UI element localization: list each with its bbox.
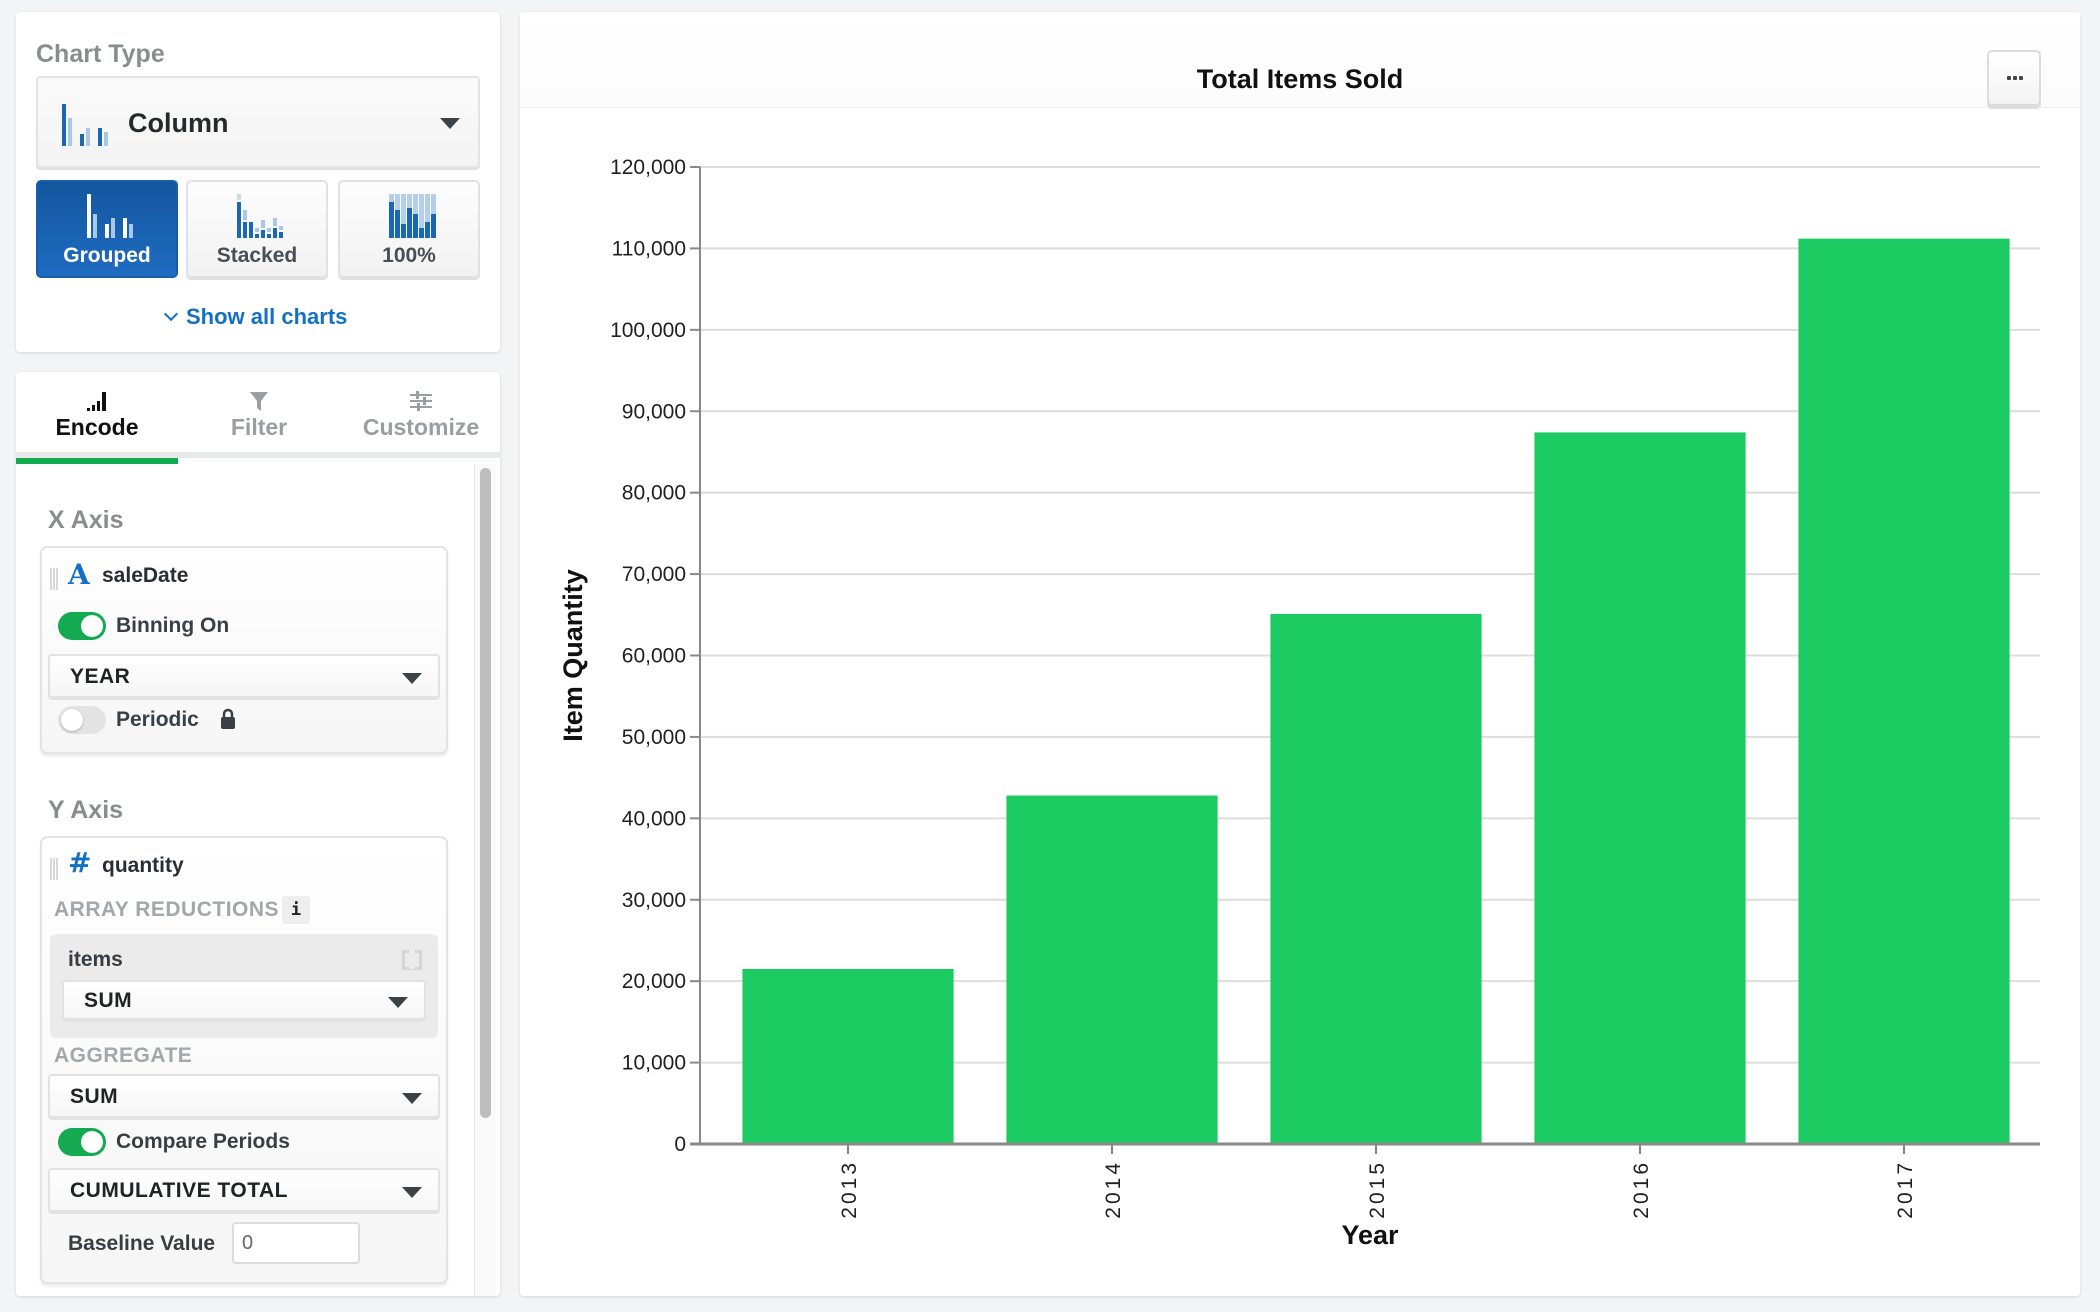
bar-2013[interactable] <box>742 968 954 1144</box>
array-reductions-label: ARRAY REDUCTIONS <box>54 898 280 921</box>
compare-periods-label: Compare Periods <box>116 1130 290 1153</box>
x-axis-field-card: A saleDate Binning On YEAR Periodic <box>40 546 448 754</box>
variant-100-percent-button[interactable]: 100% <box>338 180 480 278</box>
y-axis-heading: Y Axis <box>48 796 124 824</box>
array-reduction-row: items SUM <box>50 934 438 1038</box>
baseline-value-input[interactable] <box>232 1222 360 1264</box>
x-tick-label: 2016 <box>1630 1160 1653 1219</box>
array-reduction-dropdown[interactable]: SUM <box>62 980 426 1020</box>
tab-encode[interactable]: Encode <box>16 372 178 464</box>
info-icon[interactable]: i <box>282 896 310 924</box>
percent-column-icon <box>389 194 436 238</box>
compare-periods-toggle[interactable] <box>58 1128 106 1156</box>
binning-label: Binning On <box>116 614 230 637</box>
y-tick-label: 100,000 <box>610 319 686 342</box>
x-tick-label: 2015 <box>1366 1160 1389 1219</box>
encoding-tabs: Encode Filter Customize <box>16 372 500 464</box>
y-tick-label: 90,000 <box>622 400 686 423</box>
variant-grouped-button[interactable]: Grouped <box>36 180 178 278</box>
variant-stacked-button[interactable]: Stacked <box>186 180 328 278</box>
periodic-toggle[interactable] <box>58 706 106 734</box>
x-tick-label: 2014 <box>1102 1160 1125 1219</box>
aggregate-dropdown[interactable]: SUM <box>48 1074 440 1118</box>
bin-size-value: YEAR <box>70 665 131 688</box>
x-field-name: saleDate <box>102 564 189 587</box>
chart-type-panel: Chart Type Column Grouped Stacked 100% S… <box>16 12 500 352</box>
variant-grouped-label: Grouped <box>63 244 151 267</box>
drag-handle-icon[interactable] <box>50 858 58 880</box>
number-type-icon: # <box>68 846 92 879</box>
encoding-scrollbar[interactable] <box>474 464 496 1296</box>
y-tick-label: 10,000 <box>622 1052 686 1075</box>
y-tick-label: 120,000 <box>610 156 686 179</box>
x-tick-label: 2013 <box>838 1160 861 1219</box>
y-tick-label: 40,000 <box>622 807 686 830</box>
stacked-column-icon <box>237 194 283 238</box>
tab-filter-label: Filter <box>230 414 288 440</box>
x-axis-heading: X Axis <box>48 506 124 534</box>
y-tick-label: 0 <box>674 1133 686 1156</box>
filter-funnel-icon <box>250 392 268 411</box>
chart-type-dropdown[interactable]: Column <box>36 76 480 168</box>
bar-2015[interactable] <box>1270 613 1482 1144</box>
chevron-down-icon <box>402 1093 422 1104</box>
bar-2017[interactable] <box>1798 238 2010 1144</box>
encoding-panel: Encode Filter Customize X Axis A saleDat… <box>16 372 500 1296</box>
variant-100-label: 100% <box>382 244 436 267</box>
baseline-value-label: Baseline Value <box>68 1232 216 1255</box>
reduction-field-name: items <box>68 948 123 971</box>
encode-bars-icon <box>87 392 106 411</box>
bin-size-dropdown[interactable]: YEAR <box>48 654 440 698</box>
y-tick-label: 60,000 <box>622 645 686 668</box>
tab-filter[interactable]: Filter <box>178 372 340 458</box>
show-all-charts-label: Show all charts <box>186 304 348 329</box>
chevron-down-icon <box>388 997 408 1008</box>
lock-icon <box>221 708 235 729</box>
bar-2016[interactable] <box>1534 432 1746 1144</box>
y-tick-label: 110,000 <box>612 237 686 260</box>
y-axis-field-card: # quantity ARRAY REDUCTIONS i items SUM … <box>40 836 448 1284</box>
string-type-icon: A <box>68 558 90 591</box>
periodic-label: Periodic <box>116 708 199 731</box>
scrollbar-thumb[interactable] <box>480 468 491 1118</box>
chevron-down-icon <box>402 1187 422 1198</box>
x-axis-title: Year <box>1341 1220 1399 1250</box>
column-chart-icon <box>62 104 108 146</box>
tab-customize-label: Customize <box>362 414 480 440</box>
array-reduction-value: SUM <box>84 989 133 1012</box>
y-tick-label: 80,000 <box>622 482 686 505</box>
chart-panel: Total Items Sold 0 10,000 20,000 30,000 40,0… <box>520 12 2080 1296</box>
x-axis-ticks: 2013 2014 2015 2016 2017 <box>838 1144 1917 1219</box>
compare-mode-dropdown[interactable]: CUMULATIVE TOTAL <box>48 1168 440 1212</box>
aggregate-label: AGGREGATE <box>54 1044 193 1067</box>
tab-encode-label: Encode <box>55 414 139 440</box>
show-all-charts-link[interactable]: Show all charts <box>163 304 348 330</box>
array-brackets-icon <box>402 949 422 970</box>
compare-mode-value: CUMULATIVE TOTAL <box>70 1179 288 1202</box>
y-field-name: quantity <box>102 854 184 877</box>
y-tick-label: 20,000 <box>622 970 686 993</box>
y-tick-label: 70,000 <box>622 563 686 586</box>
chart-type-value: Column <box>128 108 229 138</box>
variant-stacked-label: Stacked <box>216 244 298 267</box>
tab-customize[interactable]: Customize <box>340 372 500 458</box>
y-tick-label: 30,000 <box>622 889 686 912</box>
sliders-icon <box>410 391 432 411</box>
chevron-down-icon <box>163 306 179 322</box>
bar-2014[interactable] <box>1006 795 1218 1144</box>
chevron-down-icon <box>402 673 422 684</box>
aggregate-value: SUM <box>70 1085 119 1108</box>
drag-handle-icon[interactable] <box>50 568 58 590</box>
x-tick-label: 2017 <box>1894 1160 1917 1219</box>
chart-type-heading: Chart Type <box>36 40 165 68</box>
grouped-column-icon <box>87 194 133 238</box>
bars <box>742 238 2010 1144</box>
y-axis-title: Item Quantity <box>558 569 588 742</box>
column-chart: 0 10,000 20,000 30,000 40,000 50,000 60,000 70,… <box>558 156 2040 1250</box>
chevron-down-icon <box>440 118 460 129</box>
y-axis-ticks: 0 10,000 20,000 30,000 40,000 50,000 60,000 70,… <box>610 156 700 1156</box>
binning-toggle[interactable] <box>58 612 106 640</box>
y-tick-label: 50,000 <box>622 726 686 749</box>
